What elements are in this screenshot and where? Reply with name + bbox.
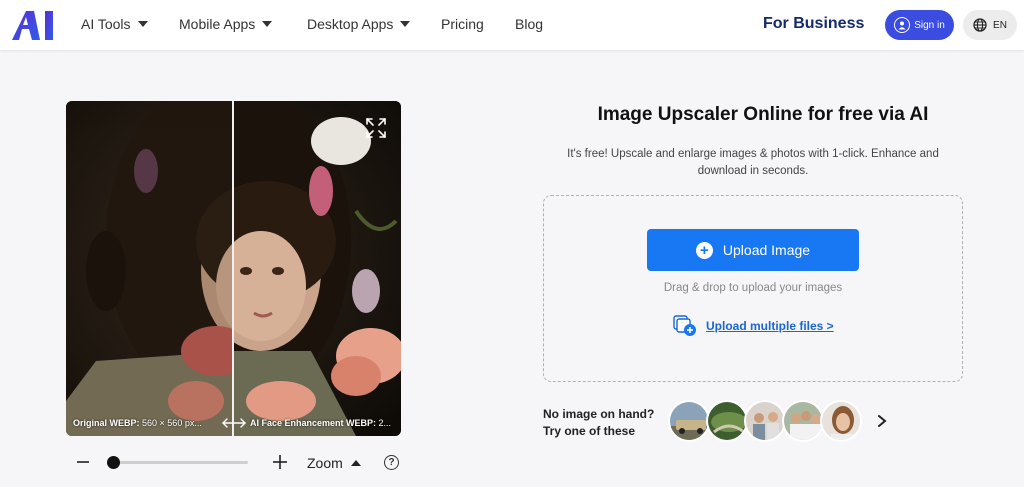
enhanced-size: 2... bbox=[378, 418, 392, 428]
zoom-slider-handle[interactable] bbox=[107, 456, 120, 469]
original-size: 560 × 560 px... bbox=[142, 418, 202, 428]
sample-image-group[interactable] bbox=[782, 400, 824, 442]
enhanced-caption: AI Face Enhancement WEBP: 2... bbox=[250, 418, 391, 428]
sample-prompt: No image on hand? Try one of these bbox=[543, 406, 654, 440]
zoom-label: Zoom bbox=[307, 455, 343, 471]
swap-arrows-icon[interactable] bbox=[221, 416, 247, 430]
upload-image-button[interactable]: + Upload Image bbox=[647, 229, 859, 271]
nav-pricing-label: Pricing bbox=[441, 16, 484, 32]
nav-ai-tools-label: AI Tools bbox=[81, 16, 131, 32]
nav-blog-label: Blog bbox=[515, 16, 544, 32]
page-title: Image Upscaler Online for free via AI bbox=[597, 104, 929, 125]
multiple-files-icon bbox=[673, 315, 696, 336]
sample-image-car[interactable] bbox=[668, 400, 710, 442]
page-subtitle: It's free! Upscale and enlarge images & … bbox=[567, 148, 939, 177]
nav-desktop-apps[interactable]: Desktop Apps bbox=[307, 16, 411, 32]
sample-images bbox=[668, 400, 862, 442]
comparison-divider[interactable] bbox=[232, 101, 234, 436]
sign-in-button[interactable]: Sign in bbox=[885, 10, 954, 40]
zoom-menu[interactable]: Zoom bbox=[307, 455, 361, 471]
zoom-in-icon[interactable] bbox=[272, 454, 288, 470]
sample-image-landscape[interactable] bbox=[706, 400, 748, 442]
user-icon bbox=[894, 17, 911, 33]
nav-ai-tools[interactable]: AI Tools bbox=[81, 16, 148, 32]
nav-blog[interactable]: Blog bbox=[515, 16, 543, 32]
language-selector[interactable]: EN bbox=[963, 10, 1017, 40]
sign-in-label: Sign in bbox=[914, 19, 945, 31]
chevron-down-icon bbox=[400, 21, 411, 27]
help-icon[interactable]: ? bbox=[384, 455, 399, 470]
sample-prompt-line2: Try one of these bbox=[543, 424, 636, 438]
original-label: Original WEBP: bbox=[73, 418, 140, 428]
zoom-slider-track[interactable] bbox=[112, 461, 248, 464]
nav-mobile-apps-label: Mobile Apps bbox=[179, 16, 256, 32]
nav-desktop-apps-label: Desktop Apps bbox=[307, 16, 394, 32]
image-comparison-viewer[interactable]: Original WEBP: 560 × 560 px... AI Face E… bbox=[66, 101, 401, 436]
for-business-link[interactable]: For Business bbox=[763, 15, 864, 33]
fullscreen-icon[interactable] bbox=[365, 117, 387, 139]
sample-image-group[interactable] bbox=[744, 400, 786, 442]
nav-pricing[interactable]: Pricing bbox=[441, 16, 484, 32]
globe-icon bbox=[973, 18, 987, 32]
nav-mobile-apps[interactable]: Mobile Apps bbox=[179, 16, 273, 32]
upload-image-label: Upload Image bbox=[722, 242, 811, 258]
language-label: EN bbox=[993, 19, 1007, 31]
chevron-down-icon bbox=[137, 21, 148, 27]
chevron-up-icon bbox=[350, 460, 361, 466]
sample-prompt-line1: No image on hand? bbox=[543, 407, 655, 421]
zoom-out-icon[interactable] bbox=[76, 454, 90, 470]
sample-image-portrait[interactable] bbox=[820, 400, 862, 442]
original-caption: Original WEBP: 560 × 560 px... bbox=[73, 418, 202, 428]
upload-multiple-link[interactable]: Upload multiple files > bbox=[672, 314, 834, 338]
top-nav-bar: AI Tools Mobile Apps Desktop Apps Pricin… bbox=[0, 0, 1024, 50]
plus-circle-icon: + bbox=[695, 241, 713, 259]
logo-icon[interactable] bbox=[10, 9, 58, 41]
enhanced-label: AI Face Enhancement WEBP: bbox=[250, 418, 377, 428]
chevron-right-icon[interactable] bbox=[876, 414, 888, 428]
chevron-down-icon bbox=[262, 21, 273, 27]
drag-drop-hint: Drag & drop to upload your images bbox=[663, 282, 843, 294]
upload-multiple-label: Upload multiple files > bbox=[706, 319, 834, 333]
